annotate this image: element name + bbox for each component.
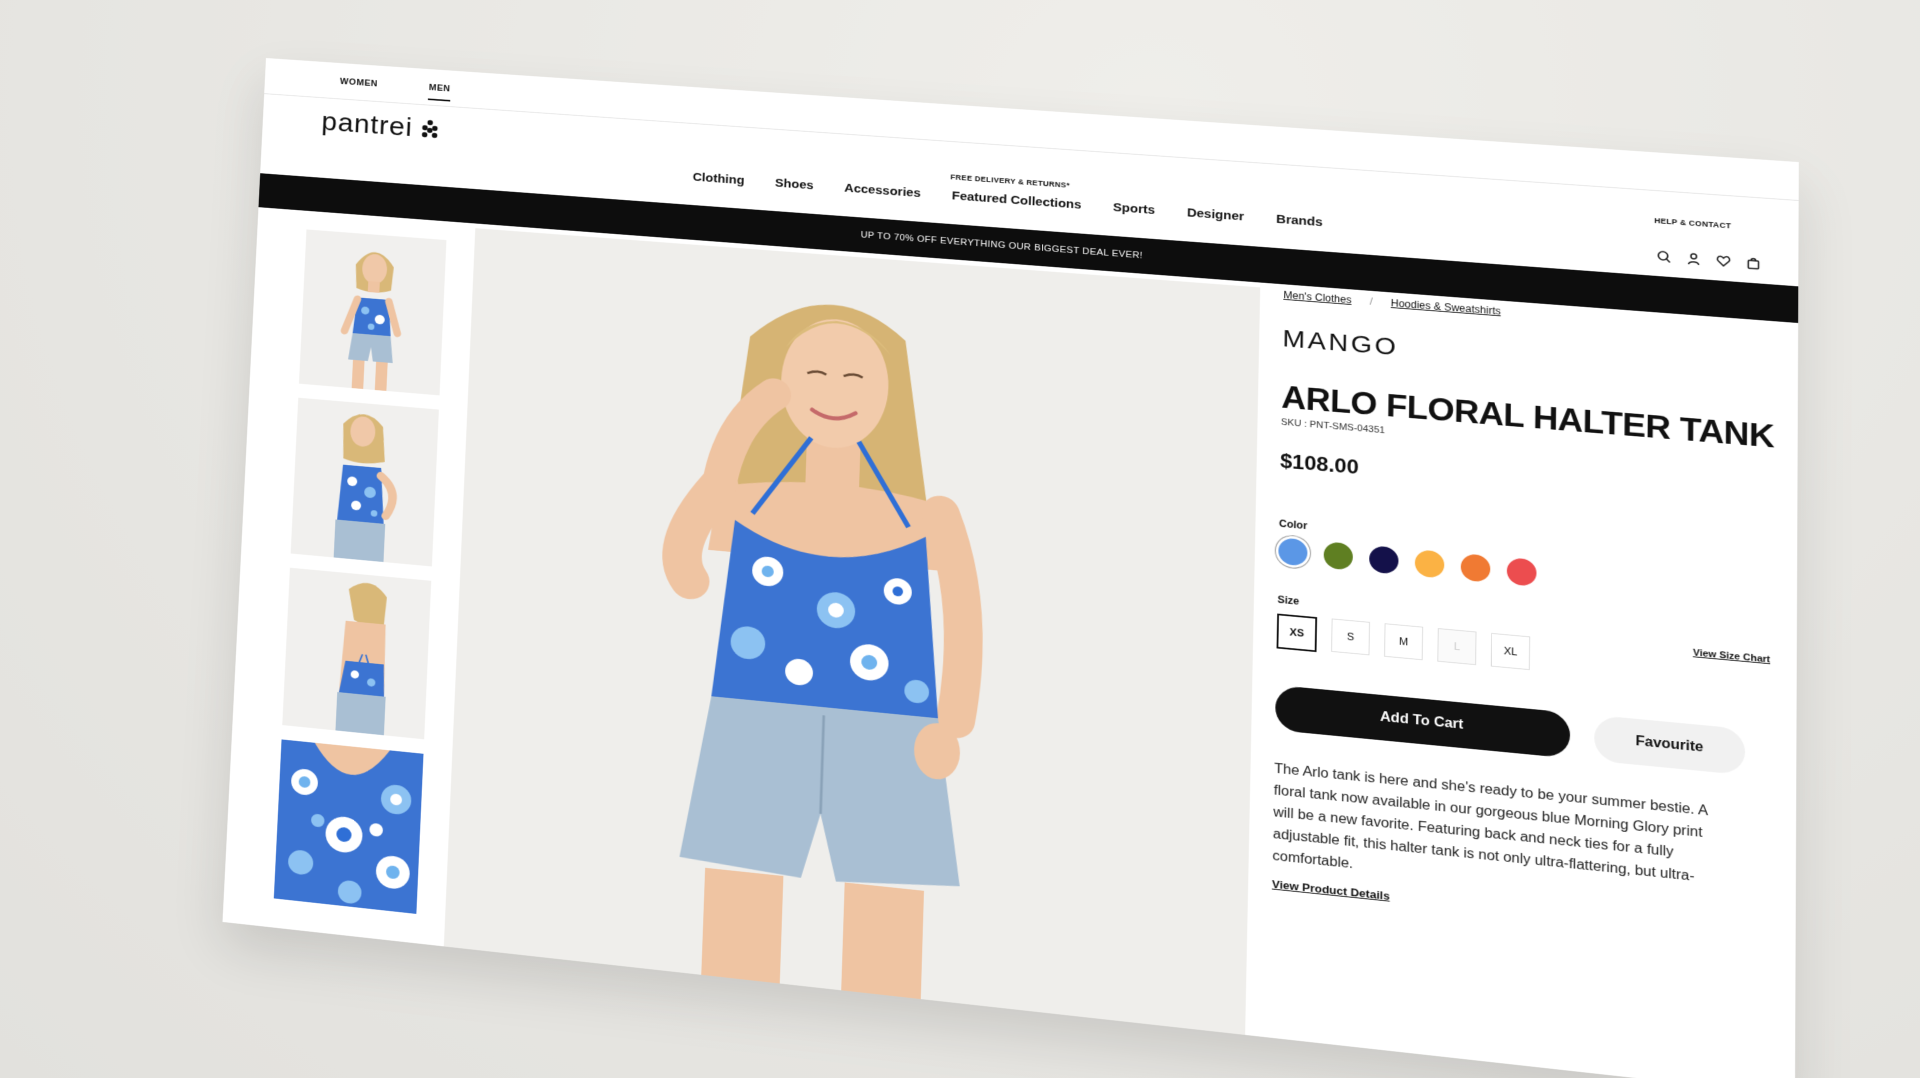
view-product-details-link[interactable]: View Product Details (1272, 878, 1390, 903)
model-back-image (282, 567, 432, 740)
size-option-m[interactable]: M (1384, 623, 1424, 661)
thumbnail-list (273, 229, 447, 914)
site-logo[interactable]: pantrei (321, 107, 440, 145)
nav-accessories[interactable]: Accessories (844, 181, 921, 200)
heart-icon[interactable] (1716, 254, 1731, 268)
brand-name[interactable]: MANGO (1282, 325, 1779, 392)
promo-text: UP TO 70% OFF EVERYTHING OUR BIGGEST DEA… (860, 230, 1143, 261)
add-to-cart-button[interactable]: Add To Cart (1274, 685, 1571, 759)
logo-mark-icon (421, 119, 438, 138)
color-swatch-green[interactable] (1323, 541, 1354, 571)
thumbnail-back[interactable] (282, 567, 432, 740)
size-section: Size View Size Chart XS S M L XL (1276, 594, 1778, 695)
thumbnail-fabric[interactable] (273, 739, 424, 914)
breadcrumb-separator: / (1369, 295, 1373, 308)
model-side-image (290, 397, 439, 567)
tab-men[interactable]: MEN (428, 83, 451, 102)
size-option-l: L (1437, 628, 1477, 666)
tab-women[interactable]: WOMEN (339, 77, 378, 97)
breadcrumb-mens-clothes[interactable]: Men's Clothes (1283, 289, 1351, 306)
search-icon[interactable] (1656, 250, 1671, 264)
user-icon[interactable] (1686, 252, 1701, 266)
bag-icon[interactable] (1746, 256, 1761, 270)
purchase-actions: Add To Cart Favourite (1274, 685, 1778, 778)
thumbnail-front[interactable] (298, 229, 447, 396)
nav-brands[interactable]: Brands (1276, 212, 1323, 229)
screen-background: WOMEN MEN pantrei FREE DELIVERY & RETURN… (0, 0, 1920, 1078)
color-swatch-red[interactable] (1506, 557, 1537, 587)
color-swatch-blue[interactable] (1278, 537, 1308, 567)
header-icons (1656, 250, 1760, 271)
nav-sports[interactable]: Sports (1113, 201, 1155, 218)
model-front-image (298, 229, 447, 396)
nav-shoes[interactable]: Shoes (775, 176, 814, 192)
breadcrumb-hoodies-sweatshirts[interactable]: Hoodies & Sweatshirts (1391, 297, 1501, 317)
main-product-image[interactable] (443, 228, 1261, 1035)
gender-tabs: WOMEN MEN (339, 77, 451, 102)
nav-clothing[interactable]: Clothing (693, 170, 745, 187)
product-page: WOMEN MEN pantrei FREE DELIVERY & RETURN… (222, 58, 1799, 1078)
favourite-button[interactable]: Favourite (1594, 714, 1746, 776)
color-swatch-orange[interactable] (1460, 553, 1491, 583)
nav-featured-collections[interactable]: Featured Collections (952, 189, 1082, 212)
help-contact-link[interactable]: HELP & CONTACT (1654, 216, 1731, 230)
color-swatch-yellow[interactable] (1414, 549, 1445, 579)
product-info: Men's Clothes / Hoodies & Sweatshirts MA… (1272, 289, 1780, 944)
size-option-xl[interactable]: XL (1490, 632, 1531, 671)
size-option-s[interactable]: S (1331, 618, 1370, 656)
nav-designer[interactable]: Designer (1187, 206, 1244, 224)
thumbnail-side[interactable] (290, 397, 439, 567)
color-swatch-navy[interactable] (1369, 545, 1399, 575)
fabric-closeup-image (273, 739, 424, 914)
size-option-xs[interactable]: XS (1276, 613, 1318, 653)
free-delivery-note: FREE DELIVERY & RETURNS* (950, 172, 1070, 190)
model-main-image (443, 228, 1261, 1035)
logo-text: pantrei (320, 106, 414, 143)
